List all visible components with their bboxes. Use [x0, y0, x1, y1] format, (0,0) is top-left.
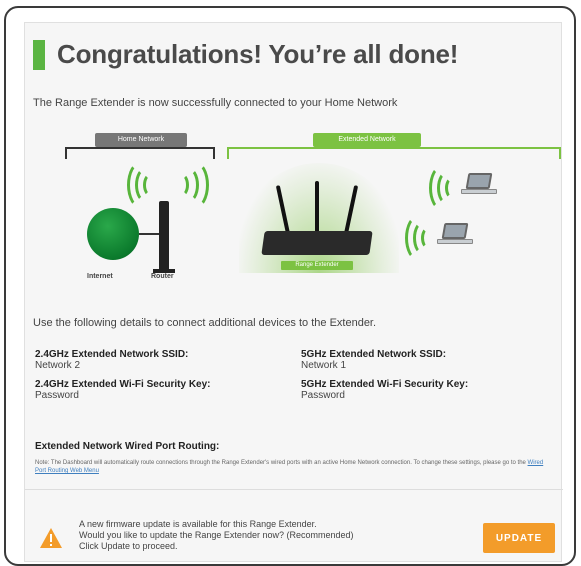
connection-line	[139, 233, 159, 235]
firmware-line-2: Would you like to update the Range Exten…	[79, 530, 354, 540]
routing-note-text: Note: The Dashboard will automatically r…	[35, 460, 526, 466]
network-diagram: Home Network Extended Network Internet R…	[25, 123, 563, 303]
routing-heading: Extended Network Wired Port Routing:	[35, 441, 220, 452]
laptop-icon-top	[461, 173, 497, 195]
content-panel: Congratulations! You’re all done! The Ra…	[24, 22, 563, 562]
internet-label: Internet	[87, 273, 113, 280]
extended-network-bracket	[227, 147, 561, 159]
key-24-value: Password	[35, 390, 79, 401]
firmware-message: A new firmware update is available for t…	[79, 519, 354, 552]
firmware-line-1: A new firmware update is available for t…	[79, 519, 317, 529]
page-title: Congratulations! You’re all done!	[57, 39, 459, 69]
title-accent-bar	[33, 39, 45, 70]
internet-globe-icon	[87, 208, 139, 260]
ssid-24-value: Network 2	[35, 360, 81, 371]
title-row: Congratulations! You’re all done!	[33, 39, 458, 70]
router-label: Router	[151, 273, 174, 280]
dialog-window: Congratulations! You’re all done! The Ra…	[4, 6, 576, 566]
warning-icon	[40, 528, 62, 548]
intro-text: The Range Extender is now successfully c…	[33, 97, 398, 109]
ssid-5-value: Network 1	[301, 360, 347, 371]
key-5-value: Password	[301, 390, 345, 401]
update-button[interactable]: UPDATE	[483, 523, 555, 553]
key-24-label: 2.4GHz Extended Wi-Fi Security Key:	[35, 379, 211, 390]
ssid-24-label: 2.4GHz Extended Network SSID:	[35, 349, 189, 360]
extender-glow	[239, 163, 399, 273]
ssid-5-field: 5GHz Extended Network SSID: Network 1	[301, 349, 446, 371]
key-5-label: 5GHz Extended Wi-Fi Security Key:	[301, 379, 469, 390]
routing-note: Note: The Dashboard will automatically r…	[35, 459, 555, 475]
home-network-bracket	[65, 147, 215, 159]
extender-tag: Range Extender	[281, 261, 353, 270]
ssid-24-field: 2.4GHz Extended Network SSID: Network 2	[35, 349, 188, 371]
extended-network-tag: Extended Network	[313, 133, 421, 147]
divider	[25, 489, 563, 490]
laptop-icon-bottom	[437, 223, 473, 245]
key-24-field: 2.4GHz Extended Wi-Fi Security Key: Pass…	[35, 379, 211, 401]
router-icon	[159, 201, 169, 273]
ssid-5-label: 5GHz Extended Network SSID:	[301, 349, 447, 360]
key-5-field: 5GHz Extended Wi-Fi Security Key: Passwo…	[301, 379, 468, 401]
home-network-tag: Home Network	[95, 133, 187, 147]
details-instructions: Use the following details to connect add…	[33, 317, 377, 329]
firmware-line-3: Click Update to proceed.	[79, 541, 178, 551]
